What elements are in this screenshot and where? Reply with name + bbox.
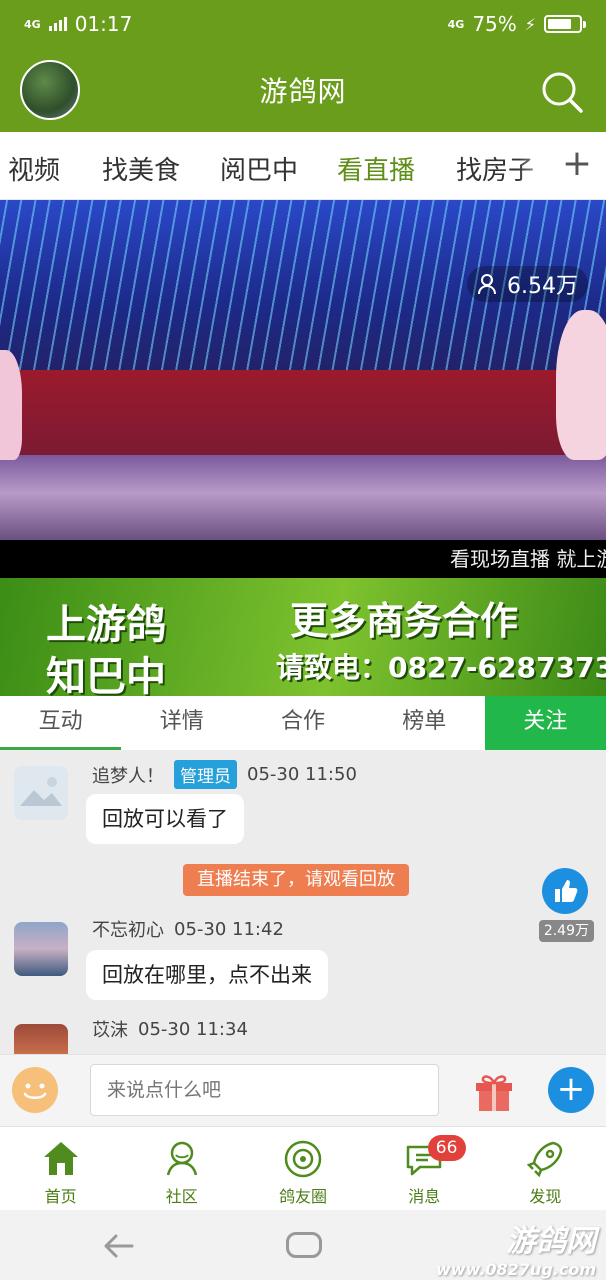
message-meta: 不忘初心 05-30 11:42: [92, 916, 284, 942]
status-time: 01:17: [74, 12, 133, 36]
message-time: 05-30 11:42: [174, 918, 284, 940]
stage-backdrop: [0, 370, 606, 460]
bottom-nav: 首页 社区 鸽友圈 66 消息 发现: [0, 1126, 606, 1210]
user-avatar[interactable]: [20, 60, 80, 120]
more-options-button[interactable]: +: [548, 1067, 594, 1113]
marquee-text: 看现场直播 就上游: [450, 547, 606, 571]
nav-label: 消息: [408, 1187, 441, 1206]
viewer-count-badge: 6.54万: [467, 266, 588, 302]
comment-input[interactable]: [90, 1064, 439, 1116]
nav-label: 社区: [165, 1187, 198, 1206]
message-time: 05-30 11:34: [138, 1018, 248, 1040]
status-bar: 4G 01:17 4G 75% ⚡: [0, 0, 606, 48]
avatar[interactable]: [14, 766, 68, 820]
avatar[interactable]: [14, 922, 68, 976]
marquee-bar: 看现场直播 就上游: [0, 540, 606, 578]
unread-badge: 66: [427, 1135, 466, 1161]
system-notice: 直播结束了，请观看回放: [183, 864, 409, 896]
dancer-left: [0, 350, 22, 460]
signal-icon: [48, 17, 67, 31]
smiley-icon: [23, 1083, 47, 1099]
username: 不忘初心: [92, 920, 164, 941]
banner-line4: 请致电：0827-6287373: [276, 651, 606, 684]
follow-button[interactable]: 关注: [484, 696, 606, 750]
nav-messages[interactable]: 66 消息: [364, 1127, 485, 1210]
viewer-count: 6.54万: [507, 274, 578, 299]
nav-label: 发现: [529, 1187, 562, 1206]
home-button[interactable]: [286, 1232, 322, 1258]
banner-line2: 知巴中: [46, 654, 166, 696]
nav-label: 首页: [44, 1187, 77, 1206]
nav-label: 鸽友圈: [279, 1187, 328, 1206]
nav-community[interactable]: 社区: [121, 1127, 242, 1210]
banner-line3: 更多商务合作: [290, 599, 519, 643]
tab-video[interactable]: 视频: [8, 150, 60, 187]
circle-icon: [284, 1140, 322, 1178]
community-icon: [166, 1141, 198, 1176]
avatar[interactable]: [14, 1024, 68, 1054]
watermark-brand: 游鸽网: [506, 1224, 596, 1259]
like-button[interactable]: [542, 868, 588, 914]
home-icon: [43, 1142, 78, 1175]
admin-badge: 管理员: [174, 760, 237, 789]
like-count: 2.49万: [538, 920, 594, 942]
message-meta: 苡沫 05-30 11:34: [92, 1016, 248, 1042]
app-title: 游鸽网: [259, 75, 347, 108]
chat-input-bar: +: [0, 1054, 606, 1126]
nav-circle[interactable]: 鸽友圈: [242, 1127, 363, 1210]
emoji-button[interactable]: [12, 1067, 58, 1113]
message-meta: 追梦人！ 管理员 05-30 11:50: [92, 760, 357, 789]
tab-live[interactable]: 看直播: [337, 150, 415, 187]
search-icon[interactable]: [540, 70, 584, 114]
category-tabs: 视频 找美食 阅巴中 看直播 找房子 +: [0, 132, 606, 200]
tab-cooperation[interactable]: 合作: [242, 696, 363, 750]
live-video-player[interactable]: 6.54万: [0, 200, 606, 540]
image-placeholder-icon: [14, 766, 68, 820]
tab-interact[interactable]: 互动: [0, 696, 122, 750]
network-type: 4G: [24, 17, 41, 31]
network-type-right: 4G: [447, 17, 465, 31]
chat-feed[interactable]: 追梦人！ 管理员 05-30 11:50 回放可以看了 直播结束了，请观看回放 …: [0, 750, 606, 1054]
battery-icon: [544, 15, 586, 33]
banner-line1: 上游鸽: [46, 602, 166, 648]
thumbs-up-icon: [555, 880, 578, 902]
watermark: 游鸽网 www.0827ug.com: [436, 1216, 596, 1279]
ad-banner[interactable]: 上游鸽 知巴中 更多商务合作 请致电：0827-6287373: [0, 578, 606, 696]
tab-fade: [518, 132, 558, 199]
tab-food[interactable]: 找美食: [102, 150, 180, 187]
section-tabs: 互动 详情 合作 榜单 关注: [0, 696, 606, 750]
charging-icon: ⚡: [524, 14, 536, 34]
tab-bazhong[interactable]: 阅巴中: [220, 150, 298, 187]
dancer-right: [556, 310, 606, 460]
message-bubble: 回放在哪里，点不出来: [86, 950, 328, 1000]
username: 苡沫: [92, 1020, 128, 1041]
back-icon[interactable]: [102, 1230, 134, 1262]
nav-home[interactable]: 首页: [0, 1127, 121, 1210]
tab-details[interactable]: 详情: [121, 696, 242, 750]
nav-discover[interactable]: 发现: [485, 1127, 606, 1210]
viewers-icon: [478, 274, 496, 295]
system-nav-bar: 游鸽网 www.0827ug.com: [0, 1210, 606, 1280]
message-time: 05-30 11:50: [247, 764, 357, 785]
stage-floor: [0, 455, 606, 540]
gift-icon[interactable]: [470, 1067, 518, 1115]
username: 追梦人！: [92, 765, 164, 787]
tab-ranking[interactable]: 榜单: [364, 696, 485, 750]
battery-percent: 75%: [472, 12, 517, 36]
watermark-url: www.0827ug.com: [436, 1260, 596, 1279]
message-bubble: 回放可以看了: [86, 794, 244, 844]
rocket-icon: [527, 1141, 563, 1178]
add-category-icon[interactable]: +: [562, 146, 592, 182]
app-header: 游鸽网: [0, 48, 606, 132]
